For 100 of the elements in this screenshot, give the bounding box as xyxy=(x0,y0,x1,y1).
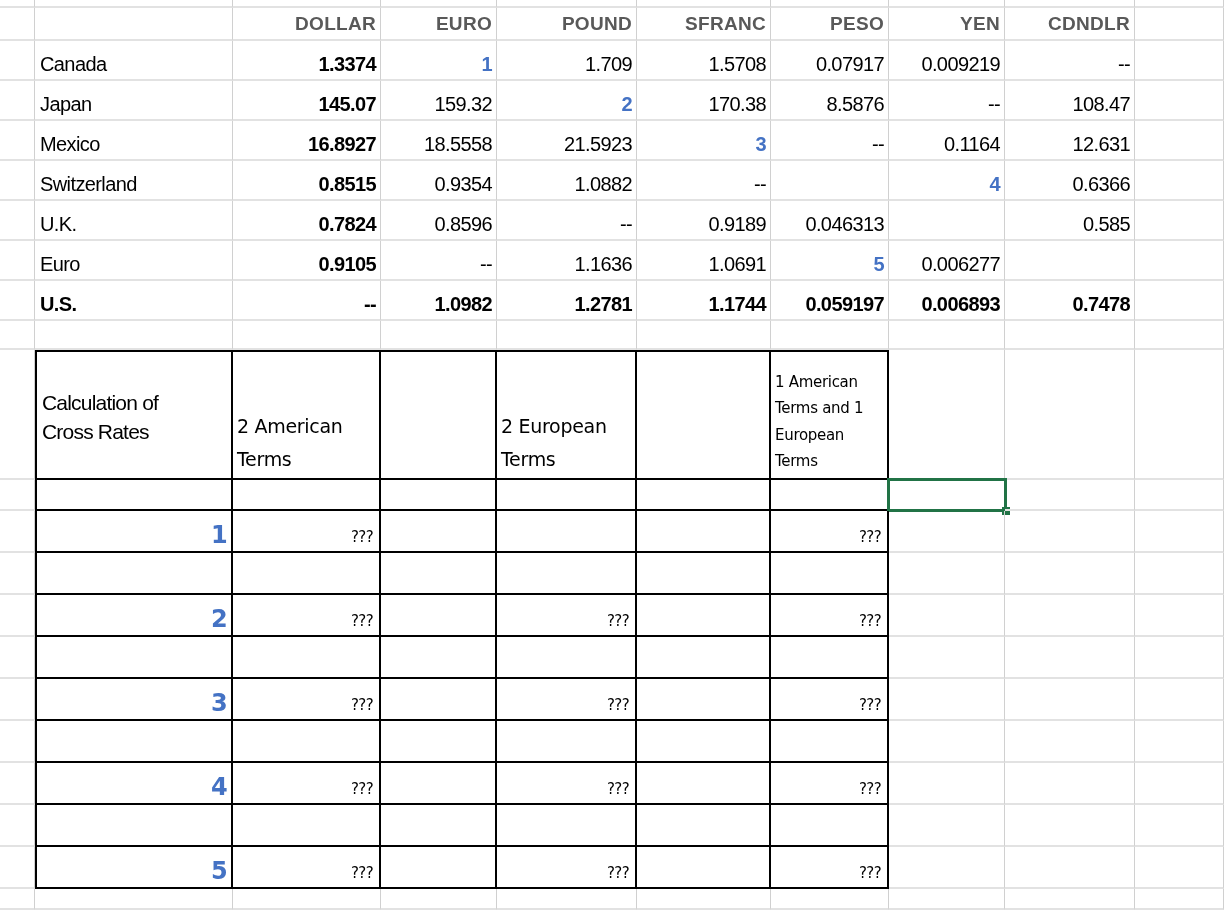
table-cell: ??? xyxy=(233,847,381,889)
row-label: U.S. xyxy=(35,281,233,321)
table-cell: ??? xyxy=(497,679,637,721)
table-cell: 0.8515 xyxy=(233,161,381,201)
table-cell: 3 xyxy=(637,121,771,161)
table-cell: 1 xyxy=(381,41,497,81)
table-cell: 0.059197 xyxy=(771,281,889,321)
column-header: 1 American Terms and 1 European Terms xyxy=(771,350,889,480)
table-cell: 2 xyxy=(497,81,637,121)
table-cell: ??? xyxy=(497,847,637,889)
table-cell: ??? xyxy=(233,595,381,637)
column-header: POUND xyxy=(497,8,637,41)
table-cell: 1.709 xyxy=(497,41,637,81)
empty-cell xyxy=(0,553,35,595)
row-number: 2 xyxy=(35,595,233,637)
table-cell: 18.5558 xyxy=(381,121,497,161)
row-label: U.K. xyxy=(35,201,233,241)
empty-cell xyxy=(0,847,35,889)
table-cell: -- xyxy=(889,81,1005,121)
table-cell: -- xyxy=(637,161,771,201)
table-cell: 0.07917 xyxy=(771,41,889,81)
column-header: PESO xyxy=(771,8,889,41)
empty-cell xyxy=(0,595,35,637)
empty-cell xyxy=(0,121,35,161)
row-label: Japan xyxy=(35,81,233,121)
empty-cell xyxy=(0,763,35,805)
empty-cell xyxy=(0,281,35,321)
column-header: 2 European Terms xyxy=(497,350,637,480)
empty-cell xyxy=(0,81,35,121)
table-cell: 0.9354 xyxy=(381,161,497,201)
table-cell: ??? xyxy=(771,511,889,553)
column-header: CDNDLR xyxy=(1005,8,1135,41)
table-cell: -- xyxy=(381,241,497,281)
table-cell: ??? xyxy=(233,763,381,805)
empty-cell xyxy=(0,8,35,41)
row-label: Mexico xyxy=(35,121,233,161)
empty-cell xyxy=(0,201,35,241)
table-cell: 1.0691 xyxy=(637,241,771,281)
table-cell: 159.32 xyxy=(381,81,497,121)
row-label: Canada xyxy=(35,41,233,81)
table-cell: -- xyxy=(1005,41,1135,81)
table-cell: ??? xyxy=(497,595,637,637)
table-cell: 4 xyxy=(889,161,1005,201)
empty-cell xyxy=(0,889,35,910)
table-cell: 0.8596 xyxy=(381,201,497,241)
table-cell: 8.5876 xyxy=(771,81,889,121)
column-header: DOLLAR xyxy=(233,8,381,41)
column-header: SFRANC xyxy=(637,8,771,41)
column-header: EURO xyxy=(381,8,497,41)
table-cell: 1.0882 xyxy=(497,161,637,201)
table-cell: 0.046313 xyxy=(771,201,889,241)
table-cell: ??? xyxy=(233,511,381,553)
table-cell: 0.9105 xyxy=(233,241,381,281)
empty-cell xyxy=(0,805,35,847)
table-cell: 0.009219 xyxy=(889,41,1005,81)
table-cell: 108.47 xyxy=(1005,81,1135,121)
table-cell: 0.006277 xyxy=(889,241,1005,281)
table-cell: ??? xyxy=(771,595,889,637)
table-cell: 1.5708 xyxy=(637,41,771,81)
table-cell: 0.585 xyxy=(1005,201,1135,241)
table-cell: 170.38 xyxy=(637,81,771,121)
table-cell: 1.3374 xyxy=(233,41,381,81)
row-label: Switzerland xyxy=(35,161,233,201)
table-cell: 1.2781 xyxy=(497,281,637,321)
empty-cell xyxy=(0,721,35,763)
row-number: 4 xyxy=(35,763,233,805)
table-cell: 1.1636 xyxy=(497,241,637,281)
table-header: Calculation of Cross Rates xyxy=(35,350,233,480)
table-cell: ??? xyxy=(771,847,889,889)
table-cell: 0.006893 xyxy=(889,281,1005,321)
empty-cell xyxy=(0,241,35,281)
row-label: Euro xyxy=(35,241,233,281)
table-cell: 21.5923 xyxy=(497,121,637,161)
table-cell: -- xyxy=(233,281,381,321)
table-cell: 0.9189 xyxy=(637,201,771,241)
table-cell: 1.1744 xyxy=(637,281,771,321)
row-number: 3 xyxy=(35,679,233,721)
empty-cell xyxy=(0,480,35,511)
empty-cell xyxy=(0,41,35,81)
table-cell: ??? xyxy=(771,763,889,805)
table-cell: ??? xyxy=(771,679,889,721)
table-cell: 145.07 xyxy=(233,81,381,121)
table-cell: 0.6366 xyxy=(1005,161,1135,201)
table-cell: 1.0982 xyxy=(381,281,497,321)
empty-cell xyxy=(0,321,35,350)
table-cell: 0.1164 xyxy=(889,121,1005,161)
empty-cell xyxy=(0,511,35,553)
table-cell: 12.631 xyxy=(1005,121,1135,161)
empty-cell xyxy=(0,679,35,721)
row-number: 5 xyxy=(35,847,233,889)
table-cell: 16.8927 xyxy=(233,121,381,161)
table-cell: ??? xyxy=(233,679,381,721)
empty-cell xyxy=(0,161,35,201)
column-header: 2 American Terms xyxy=(233,350,381,480)
table-cell: -- xyxy=(771,121,889,161)
column-header: YEN xyxy=(889,8,1005,41)
table-cell: 5 xyxy=(771,241,889,281)
table-cell: 0.7824 xyxy=(233,201,381,241)
table-cell: -- xyxy=(497,201,637,241)
table-cell: ??? xyxy=(497,763,637,805)
